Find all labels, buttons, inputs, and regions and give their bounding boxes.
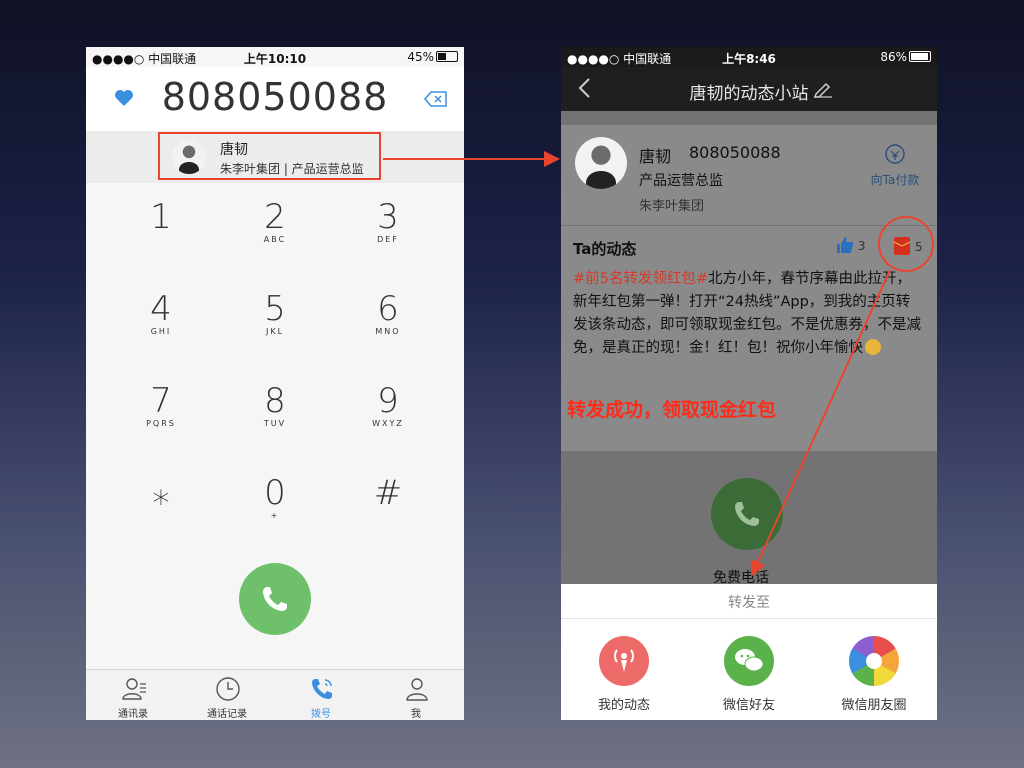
annotation-arrows <box>383 151 934 577</box>
arrow-to-share-sheet <box>750 269 891 577</box>
highlight-circle <box>878 216 934 272</box>
